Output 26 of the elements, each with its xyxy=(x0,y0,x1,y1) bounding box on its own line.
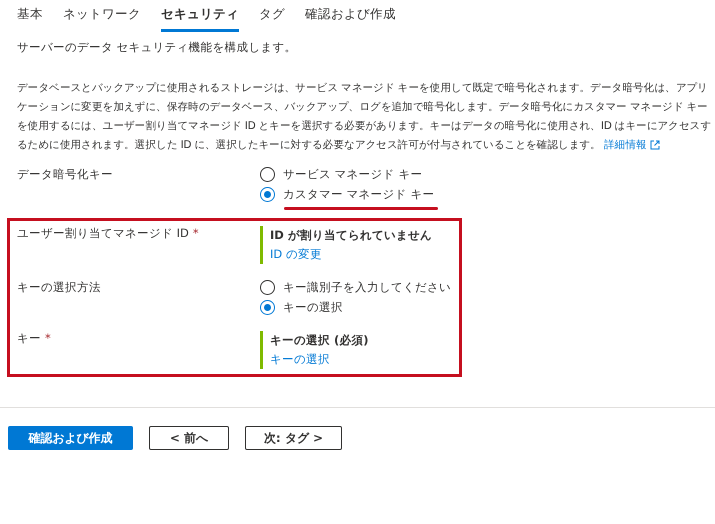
nav-button[interactable]: < 前へ xyxy=(149,426,229,450)
field-label: キー xyxy=(17,331,41,347)
learn-more-link[interactable]: 詳細情報 xyxy=(604,139,660,151)
radio-option[interactable]: キーの選択 xyxy=(260,300,451,315)
nav-button[interactable]: 次: タグ > xyxy=(245,426,342,450)
tab[interactable]: セキュリティ xyxy=(161,4,239,32)
tab[interactable]: タグ xyxy=(259,4,285,32)
change-link[interactable]: キーの選択 xyxy=(270,352,369,367)
radio-option[interactable]: サービス マネージド キー xyxy=(260,167,434,182)
selection-value: ID が割り当てられていません xyxy=(270,228,432,243)
field-label: キーの選択方法 xyxy=(17,280,101,296)
field-label: データ暗号化キー xyxy=(17,167,113,183)
required-asterisk: * xyxy=(45,331,51,347)
tab[interactable]: 確認および作成 xyxy=(305,4,396,32)
selection-value: キーの選択 (必須) xyxy=(270,333,369,348)
field-label: ユーザー割り当てマネージド ID xyxy=(17,226,189,242)
radio-option[interactable]: キー識別子を入力してください xyxy=(260,280,451,295)
change-link[interactable]: ID の変更 xyxy=(270,247,432,262)
page-subtitle: サーバーのデータ セキュリティ機能を構成します。 xyxy=(17,40,298,55)
tab[interactable]: 基本 xyxy=(17,4,43,32)
required-asterisk: * xyxy=(192,226,199,242)
external-link-icon xyxy=(650,140,660,150)
radio-option[interactable]: カスタマー マネージド キー xyxy=(260,187,434,202)
description-paragraph: データベースとバックアップに使用されるストレージは、サービス マネージド キーを使用して既定で暗号化されます。データ暗号化は、アプリケーションに変更を加えずに、保存時のデータベース、バックアップ、ログを追加で暗号化します。データ暗号化にカスタマー マネージド キーを使用するには、ユーザー割り当てマネージド ID とキーを選択する必要があります。キーはデータの暗号化に使用され、ID はキーにアクセスするために使用されます。選択した ID に、選択したキーに対する必要なアクセス許可が付与されていることを確認します。 詳細情報 xyxy=(17,81,712,153)
tab[interactable]: ネットワーク xyxy=(63,4,141,32)
create-button[interactable]: 確認および作成 xyxy=(8,426,133,450)
